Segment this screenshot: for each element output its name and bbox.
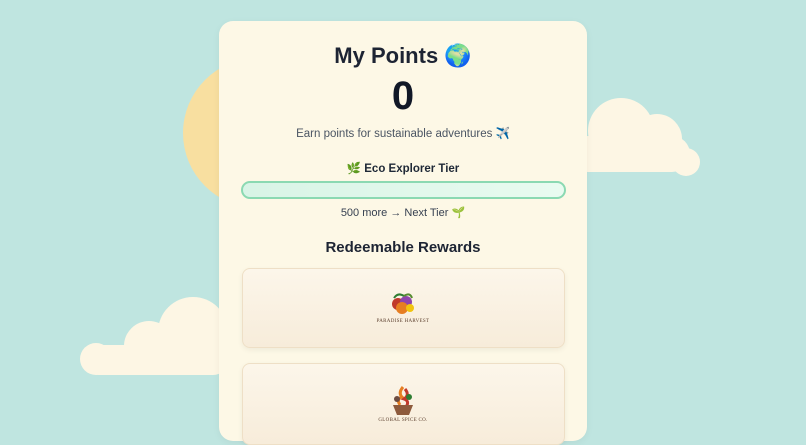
globe-icon: 🌍 [444, 43, 472, 68]
points-value: 0 [391, 74, 415, 118]
tier-progress-bar [240, 181, 566, 199]
leaf-icon: 🌿 [346, 163, 362, 175]
subtitle-label: Earn points for sustainable adventures [296, 128, 493, 140]
reward-card[interactable]: GLOBAL SPICE CO. [241, 363, 565, 445]
cloud-left-decoration [78, 295, 228, 385]
reward-logo-name: PARADISE HARVEST [376, 319, 430, 324]
spice-bowl-logo-icon [393, 386, 413, 415]
seedling-icon: 🌱 [451, 207, 466, 219]
subtitle: Earn points for sustainable adventures ✈… [219, 126, 587, 140]
fruit-basket-logo-icon [392, 293, 414, 314]
tier-heading: 🌿 Eco Explorer Tier [219, 161, 587, 175]
next-tier-label: 500 more → Next Tier [340, 207, 449, 219]
reward-logo-name: GLOBAL SPICE CO. [378, 418, 428, 423]
rewards-heading: Redeemable Rewards [325, 239, 481, 256]
reward-card[interactable]: PARADISE HARVEST [241, 268, 565, 348]
airplane-icon: ✈️ [495, 128, 510, 140]
page-title: My Points 🌍 [219, 43, 587, 69]
next-tier-text: 500 more → Next Tier 🌱 [219, 206, 587, 219]
title-label: My Points [334, 43, 439, 68]
tier-name: Eco Explorer Tier [364, 163, 460, 175]
points-card: My Points 🌍 0 Earn points for sustainabl… [219, 21, 587, 445]
cloud-right-decoration [570, 90, 710, 180]
